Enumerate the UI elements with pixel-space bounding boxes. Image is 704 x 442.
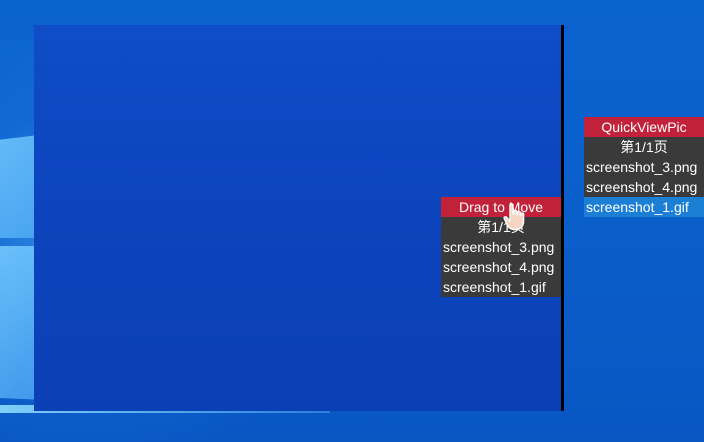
quickviewpic-item-screenshot-3[interactable]: screenshot_3.png bbox=[584, 157, 704, 177]
drag-panel[interactable]: Drag to Move 第1/1页 screenshot_3.png scre… bbox=[441, 197, 561, 297]
quickviewpic-header[interactable]: QuickViewPic bbox=[584, 117, 704, 137]
drag-panel-item-screenshot-4[interactable]: screenshot_4.png bbox=[441, 257, 561, 277]
drag-panel-item-screenshot-3[interactable]: screenshot_3.png bbox=[441, 237, 561, 257]
hand-pointer-icon bbox=[503, 203, 525, 231]
quickviewpic-item-screenshot-1[interactable]: screenshot_1.gif bbox=[584, 197, 704, 217]
quickviewpic-page-label: 第1/1页 bbox=[584, 137, 704, 157]
drag-panel-header[interactable]: Drag to Move bbox=[441, 197, 561, 217]
drag-panel-item-screenshot-1[interactable]: screenshot_1.gif bbox=[441, 277, 561, 297]
preview-divider[interactable] bbox=[561, 25, 564, 411]
quickviewpic-item-screenshot-4[interactable]: screenshot_4.png bbox=[584, 177, 704, 197]
quickviewpic-panel[interactable]: QuickViewPic 第1/1页 screenshot_3.png scre… bbox=[584, 117, 704, 217]
drag-panel-page-label: 第1/1页 bbox=[441, 217, 561, 237]
